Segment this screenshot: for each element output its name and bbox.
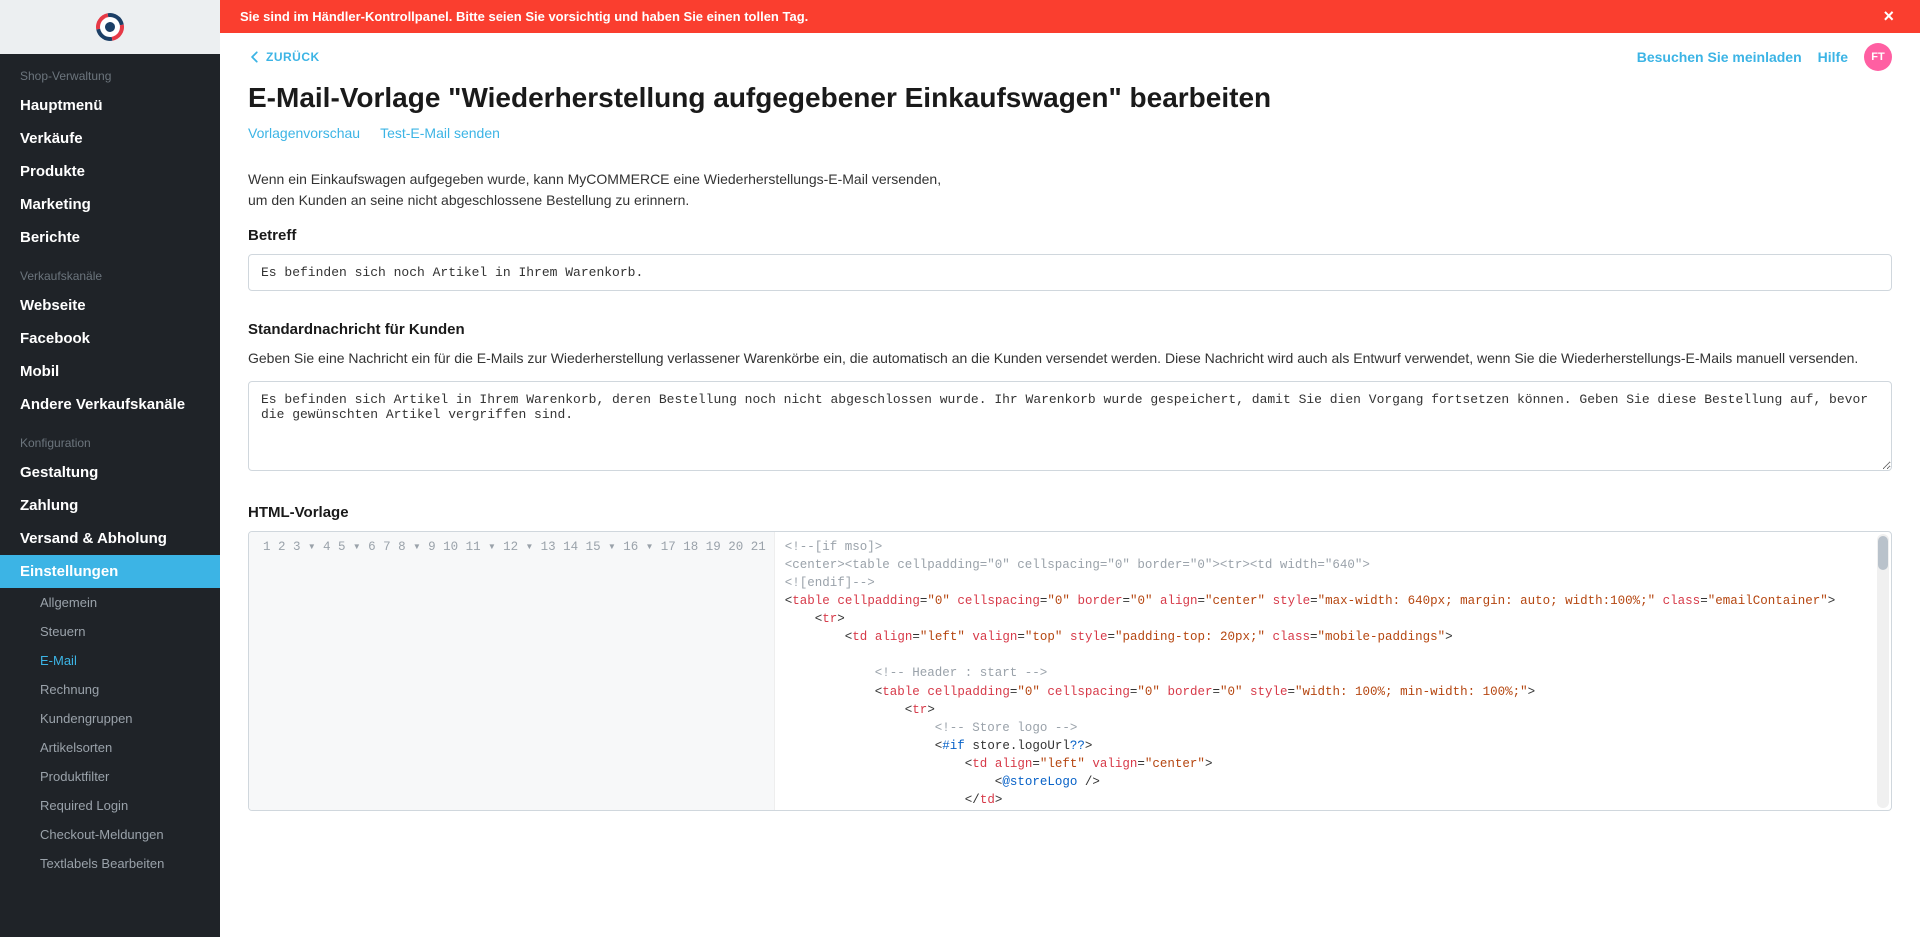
sidebar-section-label: Verkaufskanäle: [0, 254, 220, 289]
sidebar: Shop-Verwaltung Hauptmenü Verkäufe Produ…: [0, 0, 220, 937]
sidebar-sub-rechnung[interactable]: Rechnung: [0, 675, 220, 704]
sidebar-section-label: Shop-Verwaltung: [0, 54, 220, 89]
code-scrollbar-thumb[interactable]: [1878, 536, 1888, 570]
sidebar-item-produkte[interactable]: Produkte: [0, 155, 220, 188]
back-link[interactable]: ZURÜCK: [248, 50, 320, 64]
logo-icon: [91, 8, 130, 47]
code-content[interactable]: <!--[if mso]> <center><table cellpadding…: [775, 532, 1891, 810]
page-title: E-Mail-Vorlage "Wiederherstellung aufgeg…: [248, 81, 1892, 115]
send-test-email-link[interactable]: Test-E-Mail senden: [380, 125, 500, 141]
code-gutter: 1 2 3 ▾ 4 5 ▾ 6 7 8 ▾ 9 10 11 ▾ 12 ▾ 13 …: [249, 532, 775, 810]
sidebar-item-verkaufe[interactable]: Verkäufe: [0, 122, 220, 155]
user-avatar[interactable]: FT: [1864, 43, 1892, 71]
sidebar-item-webseite[interactable]: Webseite: [0, 289, 220, 322]
warning-banner: Sie sind im Händler-Kontrollpanel. Bitte…: [220, 0, 1920, 33]
sidebar-sub-kundengruppen[interactable]: Kundengruppen: [0, 704, 220, 733]
sidebar-item-mobil[interactable]: Mobil: [0, 355, 220, 388]
main-area: Sie sind im Händler-Kontrollpanel. Bitte…: [220, 0, 1920, 937]
sidebar-item-einstellungen[interactable]: Einstellungen: [0, 555, 220, 588]
default-message-help: Geben Sie eine Nachricht ein für die E-M…: [248, 348, 1892, 369]
sidebar-item-berichte[interactable]: Berichte: [0, 221, 220, 254]
sidebar-item-versand[interactable]: Versand & Abholung: [0, 522, 220, 555]
logo-area: [0, 0, 220, 54]
back-label: ZURÜCK: [266, 50, 320, 64]
default-message-label: Standardnachricht für Kunden: [248, 321, 1892, 338]
sidebar-sub-checkout[interactable]: Checkout-Meldungen: [0, 820, 220, 849]
banner-text: Sie sind im Händler-Kontrollpanel. Bitte…: [240, 9, 808, 24]
subject-input[interactable]: [248, 254, 1892, 291]
sidebar-item-marketing[interactable]: Marketing: [0, 188, 220, 221]
chevron-left-icon: [248, 50, 262, 64]
sidebar-item-andere[interactable]: Andere Verkaufskanäle: [0, 388, 220, 421]
content: E-Mail-Vorlage "Wiederherstellung aufgeg…: [220, 81, 1920, 881]
sidebar-sub-required-login[interactable]: Required Login: [0, 791, 220, 820]
topbar: ZURÜCK Besuchen Sie meinladen Hilfe FT: [220, 33, 1920, 81]
sidebar-sub-email[interactable]: E-Mail: [0, 646, 220, 675]
intro-text: Wenn ein Einkaufswagen aufgegeben wurde,…: [248, 169, 998, 211]
sidebar-sub-steuern[interactable]: Steuern: [0, 617, 220, 646]
banner-close-button[interactable]: ×: [1877, 6, 1900, 27]
code-scrollbar[interactable]: [1877, 534, 1889, 808]
sidebar-item-hauptmenu[interactable]: Hauptmenü: [0, 89, 220, 122]
sidebar-sub-artikelsorten[interactable]: Artikelsorten: [0, 733, 220, 762]
html-template-label: HTML-Vorlage: [248, 504, 1892, 521]
help-link[interactable]: Hilfe: [1818, 49, 1848, 65]
visit-store-link[interactable]: Besuchen Sie meinladen: [1637, 49, 1802, 65]
sidebar-section-label: Konfiguration: [0, 421, 220, 456]
sidebar-item-facebook[interactable]: Facebook: [0, 322, 220, 355]
preview-template-link[interactable]: Vorlagenvorschau: [248, 125, 360, 141]
default-message-textarea[interactable]: [248, 381, 1892, 471]
sidebar-sub-allgemein[interactable]: Allgemein: [0, 588, 220, 617]
subject-label: Betreff: [248, 227, 1892, 244]
html-template-editor[interactable]: 1 2 3 ▾ 4 5 ▾ 6 7 8 ▾ 9 10 11 ▾ 12 ▾ 13 …: [248, 531, 1892, 811]
sidebar-item-gestaltung[interactable]: Gestaltung: [0, 456, 220, 489]
sidebar-item-zahlung[interactable]: Zahlung: [0, 489, 220, 522]
sidebar-sub-textlabels[interactable]: Textlabels Bearbeiten: [0, 849, 220, 878]
sidebar-sub-produktfilter[interactable]: Produktfilter: [0, 762, 220, 791]
